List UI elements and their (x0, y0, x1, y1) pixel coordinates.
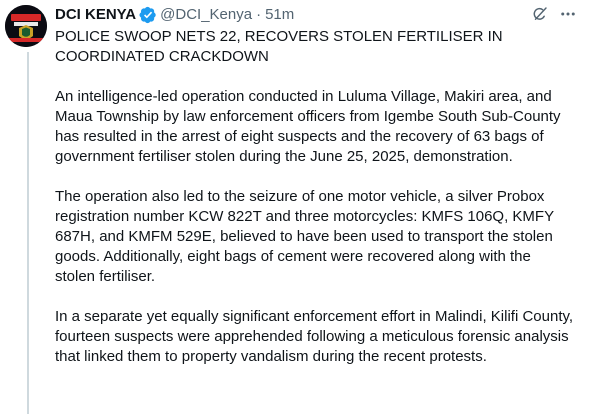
dci-logo-icon (5, 5, 47, 47)
tweet-paragraph-2: The operation also led to the seizure of… (55, 188, 554, 285)
thread-line (27, 52, 29, 414)
tweet-paragraph-1: An intelligence-led operation conducted … (55, 88, 561, 165)
avatar[interactable] (5, 5, 47, 47)
grok-icon[interactable] (531, 5, 549, 23)
tweet-paragraph-headline: POLICE SWOOP NETS 22, RECOVERS STOLEN FE… (55, 28, 503, 65)
author-handle[interactable]: @DCI_Kenya (160, 5, 252, 25)
tweet-text: POLICE SWOOP NETS 22, RECOVERS STOLEN FE… (55, 27, 575, 387)
separator-dot: · (256, 6, 262, 23)
tweet-actions (531, 5, 577, 23)
tweet-header: DCI KENYA @DCI_Kenya · 51m (55, 4, 579, 26)
tweet: DCI KENYA @DCI_Kenya · 51m POLICE SWOOP … (0, 0, 591, 414)
verified-badge-icon (139, 6, 157, 24)
more-options-icon[interactable] (559, 5, 577, 23)
tweet-paragraph-3: In a separate yet equally significant en… (55, 308, 574, 365)
timestamp[interactable]: 51m (265, 5, 294, 25)
author-name[interactable]: DCI KENYA (55, 5, 136, 25)
